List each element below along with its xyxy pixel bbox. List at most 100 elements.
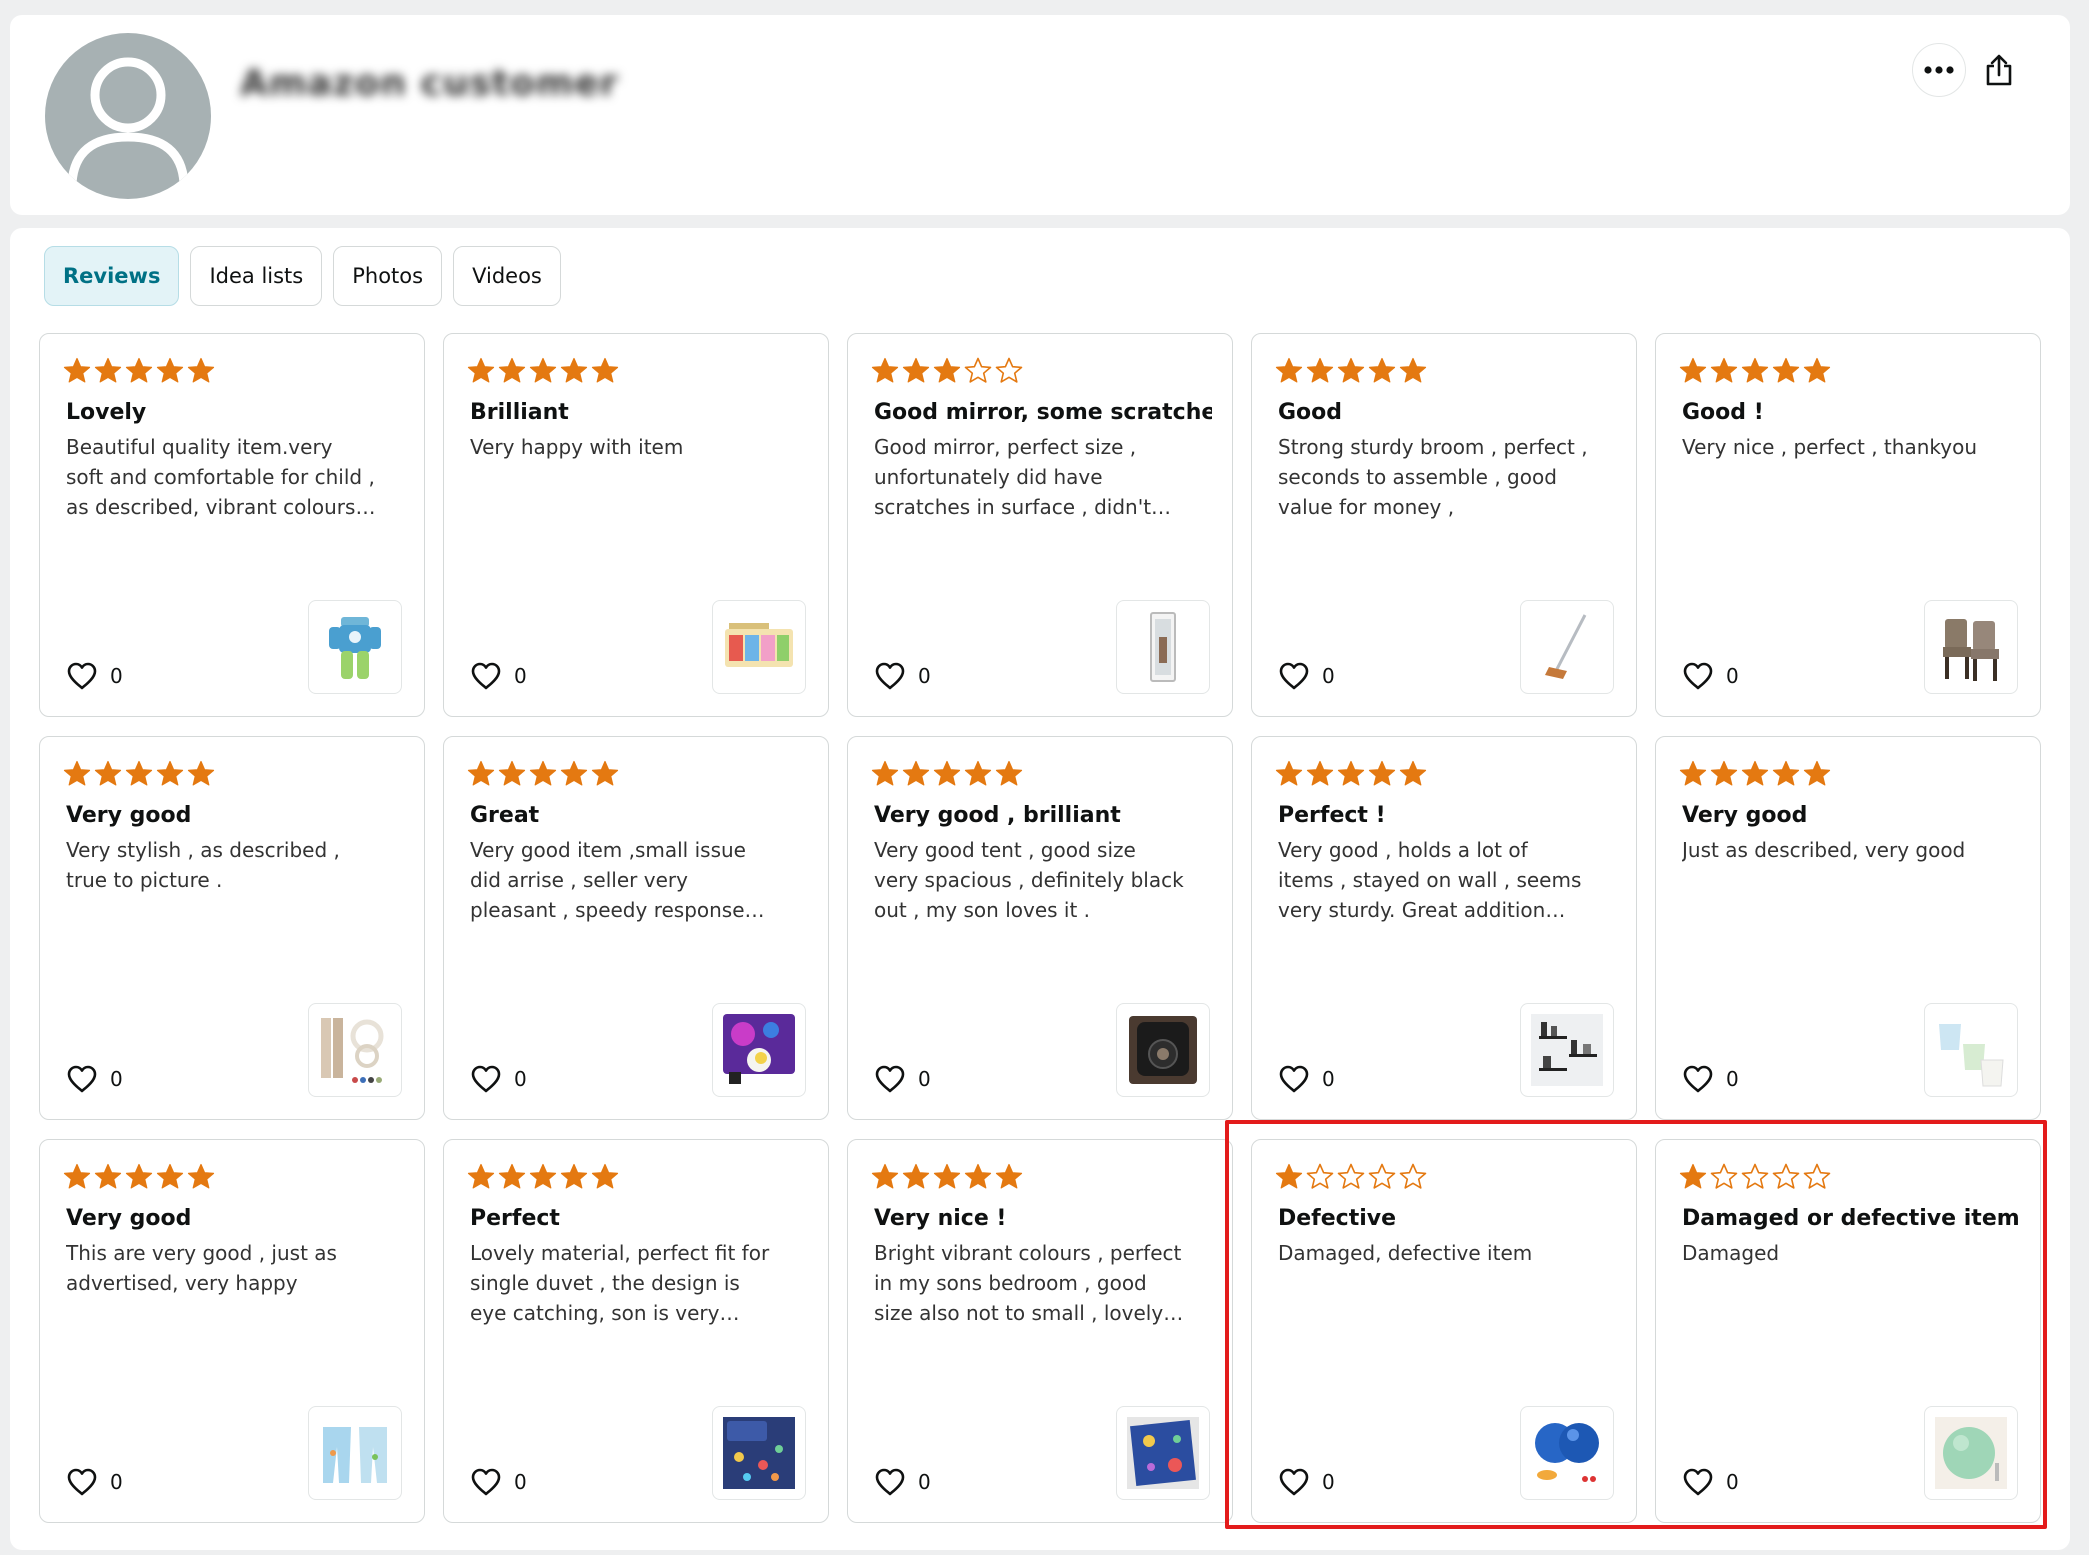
helpful-votes: 0 [1278,1466,1335,1498]
review-title[interactable]: Great [470,803,808,828]
product-thumbnail[interactable] [712,1003,806,1097]
heart-icon[interactable] [66,1063,98,1095]
review-card[interactable]: Very good Just as described, very good 0 [1655,736,2041,1120]
product-thumbnail[interactable] [1116,1003,1210,1097]
tab-idea-lists[interactable]: Idea lists [190,246,323,306]
heart-icon[interactable] [874,660,906,692]
review-title[interactable]: Good ! [1682,400,2020,425]
star-filled-icon [963,1162,993,1192]
product-thumbnail[interactable] [1924,1003,2018,1097]
heart-icon[interactable] [66,660,98,692]
tab-photos[interactable]: Photos [333,246,443,306]
heart-icon[interactable] [874,1466,906,1498]
heart-icon[interactable] [470,660,502,692]
review-title[interactable]: Damaged or defective item [1682,1206,2020,1231]
heart-icon[interactable] [1278,660,1310,692]
heart-icon[interactable] [1682,1063,1714,1095]
star-rating [466,759,620,789]
product-thumbnail[interactable] [1116,600,1210,694]
review-title[interactable]: Very good [66,803,404,828]
like-count: 0 [1322,664,1335,688]
product-thumbnail[interactable] [308,1003,402,1097]
review-card[interactable]: Perfect Lovely material, perfect fit for… [443,1139,829,1523]
share-button[interactable] [1972,43,2026,97]
star-filled-icon [559,759,589,789]
more-options-button[interactable] [1912,43,1966,97]
heart-icon[interactable] [470,1063,502,1095]
review-card[interactable]: Good Strong sturdy broom , perfect , sec… [1251,333,1637,717]
product-thumbnail[interactable] [1924,600,2018,694]
dining-chairs-icon [1931,607,2011,687]
review-card[interactable]: Very good This are very good , just as a… [39,1139,425,1523]
galaxy-projector-icon [719,1010,799,1090]
review-card[interactable]: Lovely Beautiful quality item.very soft … [39,333,425,717]
product-thumbnail[interactable] [1520,1406,1614,1500]
product-thumbnail[interactable] [712,600,806,694]
star-filled-icon [528,759,558,789]
star-filled-icon [1740,759,1770,789]
review-title[interactable]: Perfect ! [1278,803,1616,828]
product-thumbnail[interactable] [1520,600,1614,694]
review-body: Very good , holds a lot of items , staye… [1278,838,1582,922]
product-thumbnail[interactable] [1116,1406,1210,1500]
review-card[interactable]: Good mirror, some scratches Good mirror,… [847,333,1233,717]
review-title[interactable]: Defective [1278,1206,1616,1231]
review-card[interactable]: Defective Damaged, defective item 0 [1251,1139,1637,1523]
star-filled-icon [1678,1162,1708,1192]
review-card[interactable]: Good ! Very nice , perfect , thankyou 0 [1655,333,2041,717]
review-title[interactable]: Very good [1682,803,2020,828]
review-body: Bright vibrant colours , perfect in my s… [874,1241,1182,1325]
review-title[interactable]: Very nice ! [874,1206,1212,1231]
helpful-votes: 0 [66,660,123,692]
review-title[interactable]: Perfect [470,1206,808,1231]
heart-icon[interactable] [470,1466,502,1498]
review-title[interactable]: Good [1278,400,1616,425]
star-filled-icon [901,759,931,789]
profile-name: Amazon customer [240,63,619,104]
heart-icon[interactable] [1682,1466,1714,1498]
product-thumbnail[interactable] [308,1406,402,1500]
heart-icon[interactable] [66,1466,98,1498]
star-empty-icon [1398,1162,1428,1192]
star-filled-icon [497,759,527,789]
review-card[interactable]: Great Very good item ,small issue did ar… [443,736,829,1120]
product-thumbnail[interactable] [712,1406,806,1500]
star-rating [1678,356,1832,386]
heart-icon[interactable] [1278,1466,1310,1498]
review-title[interactable]: Good mirror, some scratches [874,400,1212,425]
star-filled-icon [901,356,931,386]
review-title[interactable]: Very good [66,1206,404,1231]
product-thumbnail[interactable] [308,600,402,694]
star-filled-icon [994,759,1024,789]
review-title[interactable]: Very good , brilliant [874,803,1212,828]
review-title[interactable]: Lovely [66,400,404,425]
space-rug-icon [1123,1413,1203,1493]
review-title[interactable]: Brilliant [470,400,808,425]
like-count: 0 [514,664,527,688]
tab-reviews[interactable]: Reviews [44,246,180,306]
star-rating [62,1162,216,1192]
review-body: Very good tent , good size very spacious… [874,838,1184,922]
review-body: Very nice , perfect , thankyou [1682,435,1977,459]
star-rating [466,1162,620,1192]
review-card[interactable]: Perfect ! Very good , holds a lot of ite… [1251,736,1637,1120]
star-filled-icon [963,759,993,789]
tab-videos[interactable]: Videos [453,246,561,306]
star-filled-icon [1336,356,1366,386]
review-card[interactable]: Very good Very stylish , as described , … [39,736,425,1120]
star-filled-icon [559,356,589,386]
heart-icon[interactable] [1682,660,1714,692]
product-thumbnail[interactable] [1520,1003,1614,1097]
exercise-balls-icon [1527,1413,1607,1493]
star-filled-icon [528,356,558,386]
star-filled-icon [590,759,620,789]
heart-icon[interactable] [874,1063,906,1095]
star-filled-icon [186,759,216,789]
review-card[interactable]: Very nice ! Bright vibrant colours , per… [847,1139,1233,1523]
avatar[interactable] [45,33,211,199]
review-card[interactable]: Brilliant Very happy with item 0 [443,333,829,717]
review-card[interactable]: Damaged or defective item Damaged 0 [1655,1139,2041,1523]
heart-icon[interactable] [1278,1063,1310,1095]
review-card[interactable]: Very good , brilliant Very good tent , g… [847,736,1233,1120]
product-thumbnail[interactable] [1924,1406,2018,1500]
